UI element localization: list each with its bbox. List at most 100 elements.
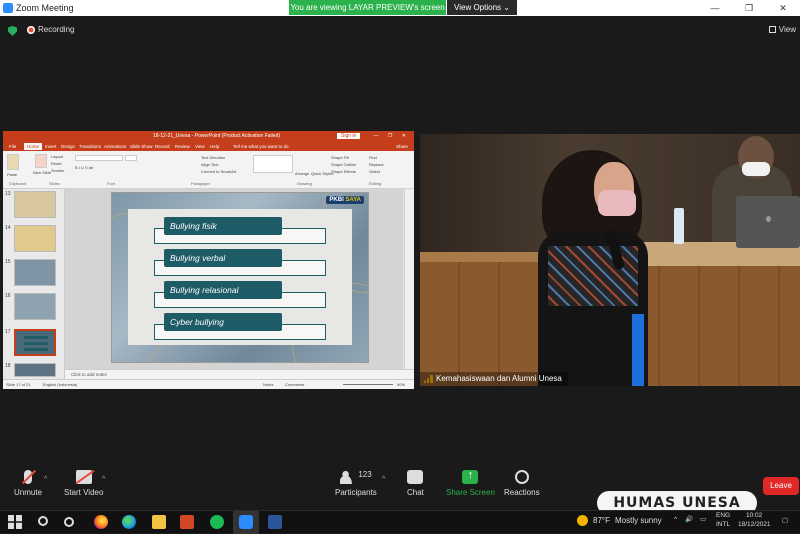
slide-thumbnail[interactable] [14,363,56,377]
ppt-share-button[interactable]: Share [396,144,408,149]
participants-chevron-icon[interactable]: ^ [382,476,385,483]
ppt-tab-file[interactable]: File [9,144,16,149]
find-label[interactable]: Find [369,155,377,160]
notes-pane[interactable]: Click to add notes [65,369,414,379]
zoom-slider[interactable] [343,384,393,385]
word-icon[interactable] [268,515,282,529]
ppt-signin-button[interactable]: Sign in [337,133,361,139]
slide-thumbnail[interactable] [14,293,56,320]
shape-outline-label[interactable]: Shape Outline [331,162,356,167]
comments-toggle[interactable]: Comments [285,382,304,387]
text-direction-label[interactable]: Text Direction [201,155,225,160]
weather-sun-icon[interactable] [577,515,588,526]
spotify-icon[interactable] [210,515,224,529]
shapes-gallery[interactable] [253,155,293,173]
bullet-item-2[interactable]: Bullying verbal [164,249,282,267]
ppt-tab-view[interactable]: View [195,144,205,149]
slide-thumbnail[interactable] [14,191,56,218]
chat-button[interactable]: Chat [407,470,424,497]
layout-label[interactable]: Layout [51,154,63,159]
clock-date[interactable]: 18/12/2021 [738,521,771,528]
arrange-label[interactable]: Arrange [295,171,309,176]
align-text-label[interactable]: Align Text [201,162,218,167]
participants-button[interactable]: 123 Participants [335,470,377,497]
audio-options-chevron-icon[interactable]: ^ [44,476,47,483]
share-screen-button[interactable]: Share Screen [446,469,495,497]
network-icon[interactable]: ▭ [700,515,706,523]
video-options-chevron-icon[interactable]: ^ [102,476,105,483]
thumb-bar [24,336,48,339]
notifications-icon[interactable]: ▢ [782,516,788,524]
view-button[interactable]: View [768,25,796,34]
security-shield-icon[interactable] [8,26,17,36]
ppt-tab-design[interactable]: Design [61,144,75,149]
slide-thumbnail[interactable] [14,259,56,286]
quick-styles-label[interactable]: Quick Styles [311,171,333,176]
clock-time[interactable]: 10:02 [746,512,762,519]
font-name-field[interactable] [75,155,123,161]
language-code[interactable]: ENG [716,512,730,519]
ppt-tell-me[interactable]: Tell me what you want to do [233,144,289,149]
start-video-label: Start Video [64,488,104,497]
font-size-field[interactable] [125,155,137,161]
view-options-button[interactable]: View Options ⌄ [447,0,517,15]
start-video-button[interactable]: Start Video [64,470,103,497]
replace-label[interactable]: Replace [369,162,384,167]
ppt-tabs: File Home Insert Design Transitions Anim… [3,142,414,151]
powerpoint-icon[interactable] [180,515,194,529]
slide-editing-canvas[interactable]: Bullying fisik Bullying verbal Bullying … [65,189,403,379]
notes-toggle[interactable]: Notes [263,382,273,387]
maximize-button[interactable]: ❐ [732,0,766,16]
slide-thumbnail-selected[interactable] [14,329,56,356]
zoom-level[interactable]: 90% [397,382,405,387]
ppt-vertical-scrollbar[interactable] [404,189,414,379]
microphone-muted-icon [24,470,32,484]
reset-label[interactable]: Reset [51,161,61,166]
ppt-tab-slideshow[interactable]: Slide Show [130,144,153,149]
search-icon[interactable] [38,516,48,526]
tray-chevron-icon[interactable]: ^ [674,516,677,523]
zoom-taskbar-icon[interactable] [239,515,253,529]
paste-icon[interactable] [7,154,19,170]
shared-screen[interactable]: 18-12-21_Unesa - PowerPoint (Product Act… [3,131,414,389]
leave-button[interactable]: Leave [763,477,799,495]
ppt-tab-home[interactable]: Home [24,143,43,150]
viewing-screen-banner: You are viewing LAYAR PREVIEW's screen [289,0,446,15]
ppt-tab-insert[interactable]: Insert [45,144,56,149]
close-button[interactable]: ✕ [766,0,800,16]
unmute-button[interactable]: Unmute [14,470,42,497]
volume-icon[interactable]: 🔊 [685,515,693,523]
temperature[interactable]: 87°F [593,516,610,525]
current-slide[interactable]: Bullying fisik Bullying verbal Bullying … [111,192,369,363]
logo-sub-text: SAYA [345,197,361,203]
thumb-number: 15 [5,259,11,265]
grid-view-icon [768,26,776,33]
minimize-button[interactable]: — [698,0,732,16]
firefox-icon[interactable] [94,515,108,529]
bullet-item-3[interactable]: Bullying relasional [164,281,282,299]
ppt-tab-help[interactable]: Help [210,144,219,149]
ppt-tab-review[interactable]: Review [175,144,190,149]
shape-fill-label[interactable]: Shape Fill [331,155,349,160]
reactions-button[interactable]: Reactions [504,470,540,497]
weather-description[interactable]: Mostly sunny [615,516,662,525]
ppt-tab-record[interactable]: Record [155,144,170,149]
bullet-item-1[interactable]: Bullying fisik [164,217,282,235]
participant-video[interactable]: Kemahasiswaan dan Alumni Unesa [420,134,800,386]
section-label[interactable]: Section [51,168,64,173]
windows-start-icon[interactable] [8,515,22,529]
ppt-tab-transitions[interactable]: Transitions [79,144,101,149]
new-slide-icon[interactable] [35,154,47,168]
keyboard-layout[interactable]: INTL [716,521,730,528]
file-explorer-icon[interactable] [152,515,166,529]
shape-effects-label[interactable]: Shape Effects [331,169,356,174]
font-format-buttons[interactable]: B I U S ab [75,165,93,170]
slide-thumbnail[interactable] [14,225,56,252]
convert-smartart-label[interactable]: Convert to SmartArt [201,169,236,174]
ppt-window-controls[interactable]: — ❐ ✕ [374,133,410,139]
select-label[interactable]: Select [369,169,380,174]
ppt-tab-animations[interactable]: Animations [104,144,126,149]
edge-icon[interactable] [122,515,136,529]
task-view-icon[interactable] [64,517,74,527]
bullet-item-4[interactable]: Cyber bullying [164,313,282,331]
